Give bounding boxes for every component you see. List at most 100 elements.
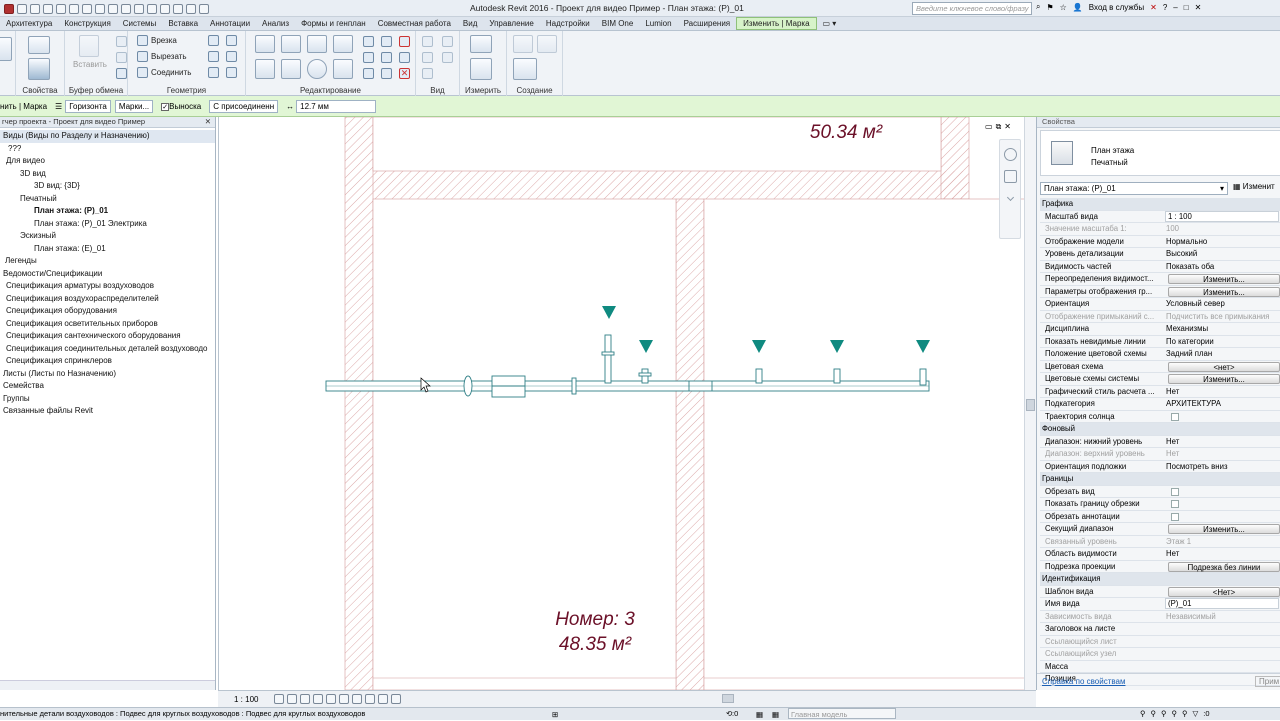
- paste-icon[interactable]: [79, 35, 99, 57]
- undo-icon[interactable]: [56, 3, 66, 14]
- mirror-draw-icon[interactable]: [333, 35, 353, 53]
- view-minimize-icon[interactable]: ▭: [985, 122, 993, 132]
- trim-multi-icon[interactable]: [381, 68, 392, 79]
- type-properties-icon[interactable]: [28, 36, 50, 54]
- tags-button[interactable]: Марки...: [114, 99, 154, 113]
- redo-icon[interactable]: [69, 3, 79, 14]
- tab-7[interactable]: Совместная работа: [372, 19, 457, 28]
- browser-item[interactable]: Группы: [0, 393, 215, 406]
- offset-icon[interactable]: [281, 35, 301, 53]
- create-group-icon[interactable]: [513, 58, 537, 80]
- property-value[interactable]: (Р)_01: [1165, 598, 1279, 609]
- duct-fitting-1[interactable]: [463, 375, 473, 397]
- instance-selector[interactable]: План этажа: (Р)_01 ▾: [1040, 182, 1228, 195]
- view-close-icon[interactable]: ✕: [1004, 122, 1011, 132]
- array-icon[interactable]: [363, 52, 374, 63]
- tab-0[interactable]: Архитектура: [0, 19, 58, 28]
- canvas-hscroll-thumb[interactable]: [722, 694, 734, 703]
- tab-10[interactable]: Надстройки: [540, 19, 596, 28]
- tab-13[interactable]: Расширения: [678, 19, 737, 28]
- view-tool-5-icon[interactable]: [422, 68, 433, 79]
- workset-icon[interactable]: ⊞: [552, 709, 558, 721]
- cope-icon[interactable]: [137, 35, 148, 46]
- save-icon[interactable]: [30, 3, 40, 14]
- geometry-tool-5-icon[interactable]: [208, 67, 219, 78]
- view-tool-3-icon[interactable]: [422, 52, 433, 63]
- select-pinned-icon[interactable]: ⚲: [1161, 708, 1167, 720]
- search-input[interactable]: Введите ключевое слово/фразу: [912, 2, 1032, 15]
- tab-3[interactable]: Вставка: [162, 19, 204, 28]
- browser-item[interactable]: Спецификация осветительных приборов: [0, 318, 215, 331]
- close-hidden-icon[interactable]: [186, 3, 196, 14]
- drag-elements-icon[interactable]: ⚲: [1182, 708, 1188, 720]
- highlight-displacement-icon[interactable]: [391, 694, 401, 704]
- browser-item[interactable]: ???: [0, 143, 215, 156]
- property-checkbox[interactable]: [1171, 412, 1179, 421]
- steering-wheel-icon[interactable]: [1004, 148, 1017, 161]
- text-icon[interactable]: [134, 3, 144, 14]
- view-restore-icon[interactable]: ⧉: [996, 122, 1002, 132]
- property-group-header[interactable]: Фоновый: [1040, 423, 1280, 436]
- property-edit-button[interactable]: Изменить...: [1168, 286, 1280, 297]
- property-group-header[interactable]: Идентификация: [1040, 573, 1280, 586]
- close-icon[interactable]: ✕: [205, 117, 211, 127]
- geometry-tool-6-icon[interactable]: [226, 67, 237, 78]
- zoom-icon[interactable]: [1004, 170, 1017, 183]
- browser-item[interactable]: План этажа: (Р)_01 Электрика: [0, 218, 215, 231]
- aligned-dimension-icon[interactable]: [470, 58, 492, 80]
- canvas-vscroll-thumb[interactable]: [1026, 399, 1035, 411]
- tab-12[interactable]: Lumion: [639, 19, 677, 28]
- tag-icon[interactable]: [121, 3, 131, 14]
- analytical-model-icon[interactable]: [378, 694, 388, 704]
- user-icon[interactable]: 👤: [1073, 3, 1083, 12]
- align-icon[interactable]: [255, 35, 275, 53]
- active-model-dropdown[interactable]: Главная модель: [788, 708, 896, 719]
- detail-level-icon[interactable]: [274, 694, 284, 704]
- trim-extend-icon[interactable]: [333, 59, 353, 79]
- nav-dropdown-icon[interactable]: [1006, 193, 1015, 202]
- duct-damper[interactable]: [491, 375, 526, 398]
- wall-top-right[interactable]: [940, 117, 970, 200]
- minimize-icon[interactable]: –: [1173, 3, 1177, 12]
- measure-icon[interactable]: [95, 3, 105, 14]
- browser-item[interactable]: Листы (Листы по Назначению): [0, 368, 215, 381]
- join-icon[interactable]: [137, 67, 148, 78]
- browser-item[interactable]: Ведомости/Спецификации: [0, 268, 215, 281]
- browser-item[interactable]: Спецификация арматуры воздуховодов: [0, 280, 215, 293]
- geometry-tool-3-icon[interactable]: [208, 51, 219, 62]
- branch-1[interactable]: [604, 334, 612, 384]
- trim-single-icon[interactable]: [363, 68, 374, 79]
- canvas-vscroll[interactable]: [1024, 117, 1036, 690]
- select-underlay-icon[interactable]: ⚲: [1151, 708, 1157, 720]
- browser-item[interactable]: Виды (Виды по Разделу и Назначению): [0, 130, 215, 143]
- leader-length-input[interactable]: 12.7 мм: [296, 99, 377, 113]
- crop-view-icon[interactable]: [326, 694, 336, 704]
- tab-2[interactable]: Системы: [117, 19, 163, 28]
- drawing-canvas[interactable]: 50.34 м² Номер: 3 48.35 м² ▭ ⧉ ✕: [218, 117, 1024, 690]
- leader-checkbox[interactable]: ✓: [161, 102, 170, 111]
- 3d-view-icon[interactable]: [147, 3, 157, 14]
- orientation-dropdown[interactable]: Горизонта: [65, 99, 111, 113]
- geometry-tool-1-icon[interactable]: [208, 35, 219, 46]
- hide-icon[interactable]: [422, 36, 433, 47]
- ribbon-display-toggle[interactable]: ▭ ▾: [817, 19, 843, 28]
- apply-button[interactable]: Прим: [1255, 676, 1280, 687]
- search-icon[interactable]: ⌕: [1036, 2, 1040, 12]
- tab-14[interactable]: Изменить | Марка: [736, 17, 817, 30]
- thin-lines-icon[interactable]: [173, 3, 183, 14]
- browser-item[interactable]: План этажа: (Е)_01: [0, 243, 215, 256]
- browser-item[interactable]: Спецификация спринклеров: [0, 355, 215, 368]
- open-icon[interactable]: [17, 3, 27, 14]
- cut-geometry-icon[interactable]: [137, 51, 148, 62]
- select-by-face-icon[interactable]: ⚲: [1172, 708, 1178, 720]
- help-icon[interactable]: ?: [1163, 3, 1167, 12]
- geometry-tool-2-icon[interactable]: [226, 35, 237, 46]
- cope-label[interactable]: Врезка: [151, 36, 177, 45]
- browser-item[interactable]: Эскизный: [0, 230, 215, 243]
- browser-item[interactable]: Печатный: [0, 193, 215, 206]
- attached-end-dropdown[interactable]: С присоединенн: [209, 99, 279, 113]
- browser-item[interactable]: Спецификация сантехнического оборудовани…: [0, 330, 215, 343]
- maximize-icon[interactable]: □: [1184, 3, 1189, 12]
- property-edit-button[interactable]: <нет>: [1168, 361, 1280, 372]
- section-icon[interactable]: [160, 3, 170, 14]
